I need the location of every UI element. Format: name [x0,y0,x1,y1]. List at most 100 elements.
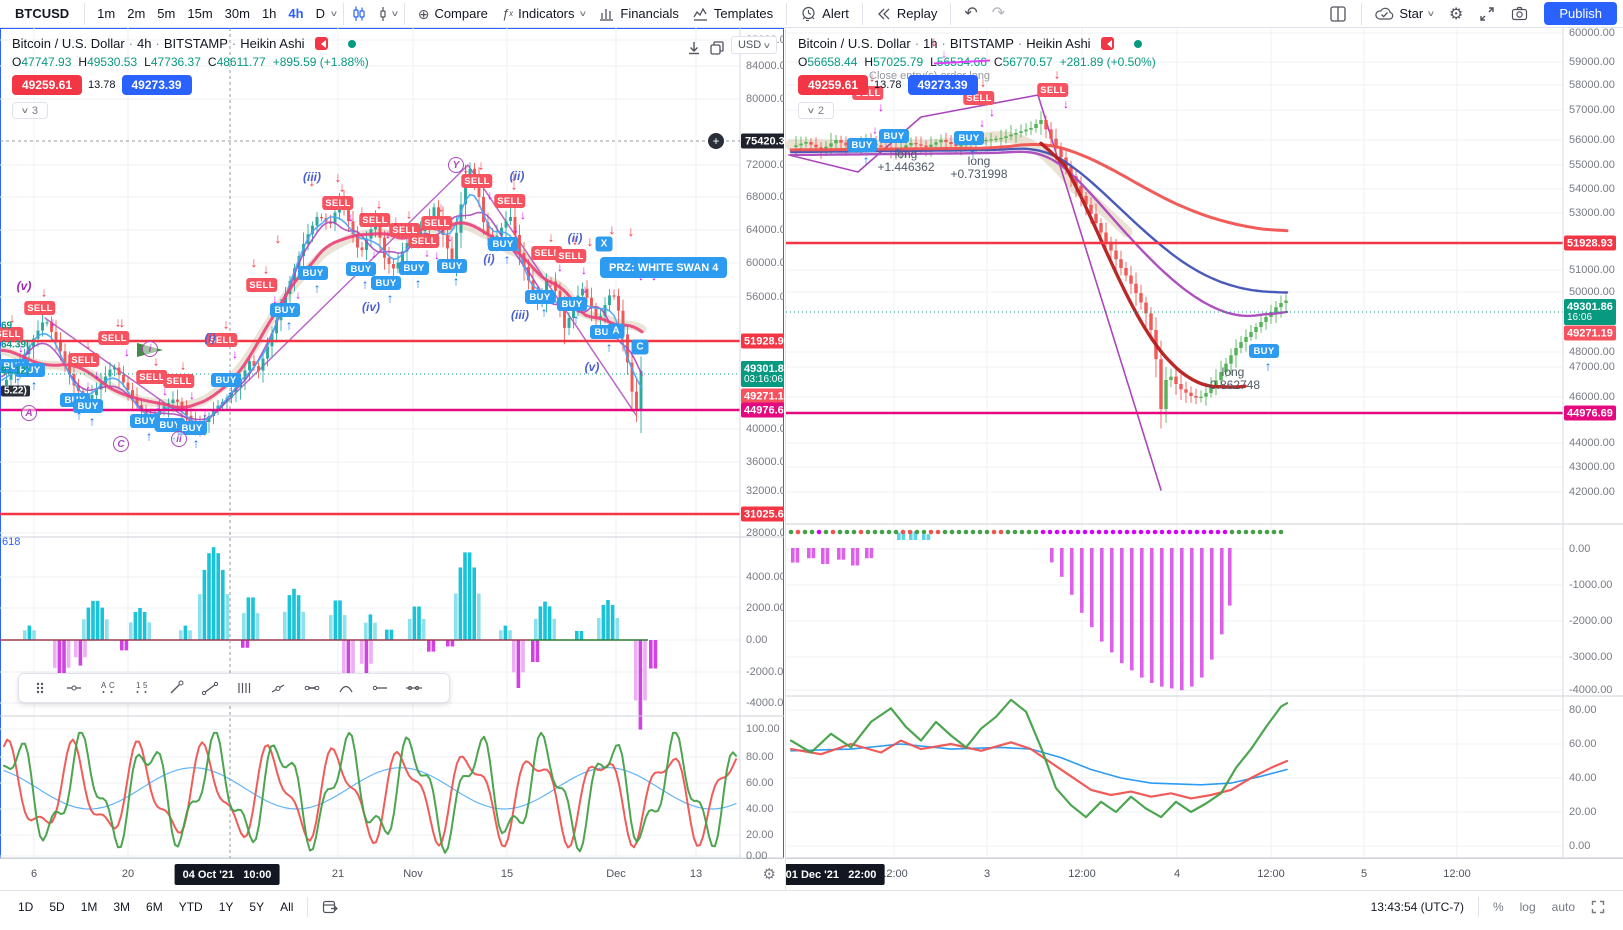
horizontal-line-icon[interactable] [57,675,91,701]
price-tick[interactable]: 53000.00 [1569,207,1615,219]
timeframe-2m[interactable]: 2m [121,6,151,21]
price-tick[interactable]: 80000.00 [746,93,784,105]
axis-settings-gear-icon[interactable]: ⚙ [763,865,776,883]
left-chart-canvas[interactable] [0,28,784,890]
drag-handle-icon[interactable] [23,675,57,701]
price-tick[interactable]: 0.00 [746,850,767,862]
timeframe-5m[interactable]: 5m [151,6,181,21]
chart-pane-left[interactable]: Bitcoin / U.S. Dollar · 4h · BITSTAMP · … [0,28,784,890]
symbol-button[interactable]: BTCUSD [6,6,78,21]
price-tick[interactable]: 57000.00 [1569,104,1615,116]
price-tick[interactable]: 40000.00 [746,423,784,435]
go-to-realtime-icon[interactable] [684,38,704,58]
timeframe-15m[interactable]: 15m [181,6,218,21]
pattern-icon[interactable] [295,675,329,701]
price-tick[interactable]: 100.00 [746,723,780,735]
fullscreen-icon[interactable] [1471,6,1503,22]
price-tick[interactable]: 2000.00 [746,602,784,614]
ray-icon[interactable] [363,675,397,701]
time-label[interactable]: 6 [31,868,37,880]
time-label[interactable]: Nov [403,868,423,880]
publish-button[interactable]: Publish [1544,2,1617,25]
price-tick[interactable]: 40.00 [1569,772,1597,784]
maximize-pane-icon[interactable] [707,38,727,58]
camera-icon[interactable] [1503,6,1536,21]
price-tick[interactable]: 58000.00 [1569,79,1615,91]
maximize-chart-icon[interactable] [1583,896,1613,918]
price-tick[interactable]: 84000.00 [746,60,784,72]
range-3m[interactable]: 3M [105,896,138,918]
price-tick[interactable]: 60000.00 [1569,28,1615,39]
price-tick[interactable]: 60.00 [746,777,774,789]
price-tick[interactable]: 0.00 [1569,543,1590,555]
price-tick[interactable]: 44000.00 [1569,437,1615,449]
sell-price-button[interactable]: 49259.61 [12,75,82,95]
price-tick[interactable]: 36000.00 [746,456,784,468]
range-5d[interactable]: 5D [41,896,72,918]
price-tick[interactable]: 59000.00 [1569,56,1615,68]
curve-icon[interactable] [329,675,363,701]
go-to-date-icon[interactable] [314,896,347,918]
log-scale-button[interactable]: log [1512,896,1544,918]
price-tick[interactable]: 32000.00 [746,485,784,497]
range-1d[interactable]: 1D [10,896,41,918]
floating-drawing-toolbar[interactable]: AC15 [18,673,450,703]
price-tick[interactable]: 20.00 [746,829,774,841]
price-tick[interactable]: 42000.00 [1569,486,1615,498]
price-tick[interactable]: 80.00 [1569,704,1597,716]
buy-price-button[interactable]: 49273.39 [907,75,978,95]
elliott-ac-icon[interactable]: AC [91,675,125,701]
price-tick[interactable]: 68000.00 [746,191,784,203]
time-label[interactable]: 20 [122,868,134,880]
buy-price-button[interactable]: 49273.39 [121,75,192,95]
crosshair-plus-button[interactable]: + [708,133,724,149]
financials-button[interactable]: Financials [592,2,686,26]
templates-button[interactable]: Templates [686,2,780,26]
time-label[interactable]: 15 [501,868,513,880]
right-chart-title[interactable]: Bitcoin / U.S. Dollar · 1h · BITSTAMP · … [798,36,1156,51]
extended-line-icon[interactable] [397,675,431,701]
time-label[interactable]: 12:00 [880,868,908,880]
range-1y[interactable]: 1Y [211,896,242,918]
chevron-down-icon[interactable]: ∨ [330,9,339,18]
left-time-axis[interactable]: ⚙ 6 20 21 Nov 15 Dec 13 04 Oct '21 10:00 [0,858,784,890]
timeframe-1m[interactable]: 1m [91,6,121,21]
left-chart-title[interactable]: Bitcoin / U.S. Dollar · 4h · BITSTAMP · … [12,36,369,51]
indicators-collapse-button[interactable]: ∨ 2 [798,102,834,119]
settings-gear-icon[interactable]: ⚙ [1441,5,1471,22]
chart-pane-right[interactable]: Bitcoin / U.S. Dollar · 1h · BITSTAMP · … [785,28,1623,890]
price-tick[interactable]: 40.00 [746,803,774,815]
range-6m[interactable]: 6M [138,896,171,918]
price-tick[interactable]: 80.00 [746,751,774,763]
price-tick[interactable]: 54000.00 [1569,183,1615,195]
range-1m[interactable]: 1M [73,896,106,918]
price-tick[interactable]: 56000.00 [1569,134,1615,146]
pin-icon[interactable] [159,675,193,701]
time-label[interactable]: 4 [1174,868,1180,880]
price-tick[interactable]: 43000.00 [1569,461,1615,473]
time-label[interactable]: 12:00 [1068,868,1096,880]
time-label[interactable]: 3 [984,868,990,880]
price-tick[interactable]: 0.00 [746,634,767,646]
save-layout-button[interactable]: Star ∨ [1368,2,1441,26]
price-tick[interactable]: 60000.00 [746,257,784,269]
price-tick[interactable]: -4000.00 [746,697,784,709]
price-tick[interactable]: 47000.00 [1569,361,1615,373]
price-tick[interactable]: 0.00 [1569,840,1590,852]
price-tick[interactable]: 4000.00 [746,571,784,583]
price-tick[interactable]: -2000.00 [1569,615,1612,627]
right-time-axis[interactable]: 12:00 3 12:00 4 12:00 5 12:00 01 Dec '21 22:00 [786,858,1623,890]
price-tick[interactable]: 56000.00 [746,291,784,303]
time-label[interactable]: 12:00 [1257,868,1285,880]
price-tick[interactable]: -2000.00 [746,666,784,678]
replay-button[interactable]: Replay [869,2,944,26]
range-5y[interactable]: 5Y [241,896,272,918]
auto-scale-button[interactable]: auto [1544,896,1583,918]
price-tick[interactable]: 48000.00 [1569,346,1615,358]
sell-price-button[interactable]: 49259.61 [798,75,868,95]
percent-scale-button[interactable]: % [1485,896,1512,918]
timeframe-4h[interactable]: 4h [282,6,309,21]
chevron-down-icon[interactable]: ∨ [390,9,399,18]
timeframe-D[interactable]: D [310,6,331,21]
price-tick[interactable]: 50000.00 [1569,286,1615,298]
